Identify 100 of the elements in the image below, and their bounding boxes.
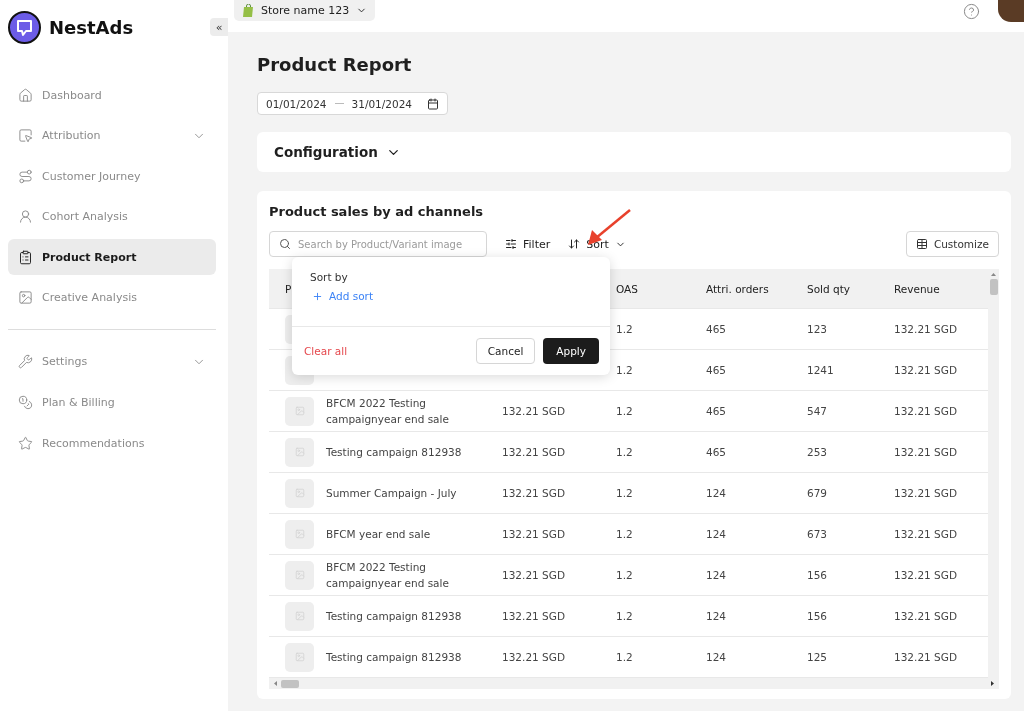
image-placeholder	[285, 437, 314, 467]
table-cell-text: 1.2	[615, 651, 634, 663]
add-sort-link[interactable]: Add sort	[310, 290, 592, 302]
table-cell-text: 1241	[806, 364, 835, 376]
table-cell-text: 132.21 SGD	[501, 569, 566, 581]
nav-item[interactable]: Attribution	[8, 117, 216, 154]
table-cell-text: 132.21 SGD	[501, 446, 566, 458]
store-selector[interactable]: Store name 123	[234, 0, 376, 21]
table-cell-text: 124	[705, 487, 728, 499]
table-cell-text: 132.21 SGD	[501, 610, 566, 622]
scroll-right-icon[interactable]	[990, 681, 995, 686]
table-cell-text: 132.21 SGD	[893, 487, 958, 499]
column-header: Revenue	[893, 282, 941, 295]
popover-title: Sort by	[310, 271, 349, 283]
table-cell-text: 465	[705, 323, 728, 335]
nav-item[interactable]: Plan & Billing	[8, 384, 216, 421]
image-placeholder	[285, 560, 314, 590]
brand-name: NestAds	[49, 16, 134, 38]
plus-icon	[312, 290, 323, 302]
image-placeholder	[285, 396, 314, 426]
table-cell-text: 132.21 SGD	[893, 651, 958, 663]
table-cell-text: 132.21 SGD	[893, 323, 958, 335]
star-icon	[18, 435, 33, 451]
nav-item[interactable]: Product Report	[8, 239, 216, 276]
help-icon[interactable]	[963, 3, 980, 20]
table-icon	[915, 238, 928, 250]
nav-item[interactable]: Recommendations	[8, 425, 216, 462]
table-cell-text: 465	[705, 405, 728, 417]
nav-item[interactable]: Customer Journey	[8, 158, 216, 195]
table-cell-text: 1.2	[615, 528, 634, 540]
logo-icon	[8, 10, 41, 44]
table-cell-text: 132.21 SGD	[893, 364, 958, 376]
table-cell-text: 1.2	[615, 364, 634, 376]
table-cell-text: BFCM 2022 Testing campaignyear end sale	[326, 396, 450, 427]
table-cell-text: Testing campaign 812938	[326, 445, 463, 460]
table-cell-text: Testing campaign 812938	[326, 650, 463, 665]
pointer-icon	[18, 128, 33, 144]
search-icon	[279, 238, 291, 250]
person-icon	[18, 209, 33, 225]
table-cell-text: BFCM year end sale	[326, 527, 432, 542]
table-cell-text: 673	[806, 528, 829, 540]
image-placeholder	[285, 642, 314, 672]
nav-item[interactable]: Settings	[8, 343, 216, 380]
table-cell-text: 132.21 SGD	[501, 651, 566, 663]
column-header: OAS	[615, 282, 639, 295]
scrollbar-thumb[interactable]	[281, 679, 299, 688]
table-cell-text: 132.21 SGD	[893, 446, 958, 458]
image-icon	[18, 290, 33, 306]
shopping-bag-icon	[243, 4, 254, 17]
column-header: Sold qty	[806, 282, 851, 295]
home-icon	[18, 87, 33, 103]
search-field[interactable]: Search by Product/Variant image	[269, 231, 487, 257]
table-cell-text: 132.21 SGD	[893, 405, 958, 417]
configuration-panel[interactable]: Configuration	[257, 132, 1011, 172]
scroll-up-icon[interactable]	[991, 272, 996, 277]
table-cell-text: 132.21 SGD	[893, 610, 958, 622]
table-cell-text: 1.2	[615, 446, 634, 458]
scroll-left-icon[interactable]	[273, 681, 278, 686]
nav-item[interactable]: Dashboard	[8, 77, 216, 113]
table-cell-text: 1.2	[615, 610, 634, 622]
table-cell-text: 156	[806, 610, 829, 622]
nav-item[interactable]: Cohort Analysis	[8, 198, 216, 235]
avatar[interactable]	[998, 0, 1024, 22]
coins-icon	[18, 395, 33, 411]
sort-arrows-icon	[568, 238, 581, 250]
table-cell-text: 1.2	[615, 487, 634, 499]
table-cell-text: 124	[705, 610, 728, 622]
image-placeholder	[285, 478, 314, 508]
cancel-button[interactable]: Cancel	[475, 338, 536, 364]
nav-item[interactable]: Creative Analysis	[8, 279, 216, 316]
calendar-icon	[427, 97, 439, 110]
customize-button[interactable]: Customize	[905, 231, 999, 257]
image-placeholder	[285, 601, 314, 631]
wrench-icon	[18, 354, 33, 370]
table-cell-text: 1.2	[615, 405, 634, 417]
clear-all-link[interactable]: Clear all	[304, 345, 348, 357]
table-cell-text: 547	[806, 405, 829, 417]
column-header: P	[284, 282, 293, 295]
table-cell-text: 125	[806, 651, 829, 663]
table-cell-text: 132.21 SGD	[893, 528, 958, 540]
table-cell-text: BFCM 2022 Testing campaignyear end sale	[326, 560, 450, 591]
table-cell-text: 465	[705, 364, 728, 376]
table-cell-text: Testing campaign 812938	[326, 609, 463, 624]
table-cell-text: 123	[806, 323, 829, 335]
table-cell-text: 253	[806, 446, 829, 458]
table-cell-text: 132.21 SGD	[501, 405, 566, 417]
apply-button[interactable]: Apply	[543, 338, 599, 364]
scrollbar-thumb[interactable]	[989, 279, 998, 295]
sliders-icon	[505, 238, 517, 250]
table-cell-text: 156	[806, 569, 829, 581]
route-icon	[18, 168, 33, 184]
table-cell-text: 1.2	[615, 569, 634, 581]
filter-button[interactable]: Filter	[505, 237, 551, 251]
date-range-field[interactable]: 01/01/2024 31/01/2024	[257, 92, 448, 115]
collapse-button[interactable]: «	[210, 18, 228, 36]
image-placeholder	[285, 519, 314, 549]
table-cell-text: 132.21 SGD	[501, 487, 566, 499]
column-header: Attri. orders	[705, 282, 770, 295]
table-cell-text: 679	[806, 487, 829, 499]
table-cell-text: 132.21 SGD	[893, 569, 958, 581]
